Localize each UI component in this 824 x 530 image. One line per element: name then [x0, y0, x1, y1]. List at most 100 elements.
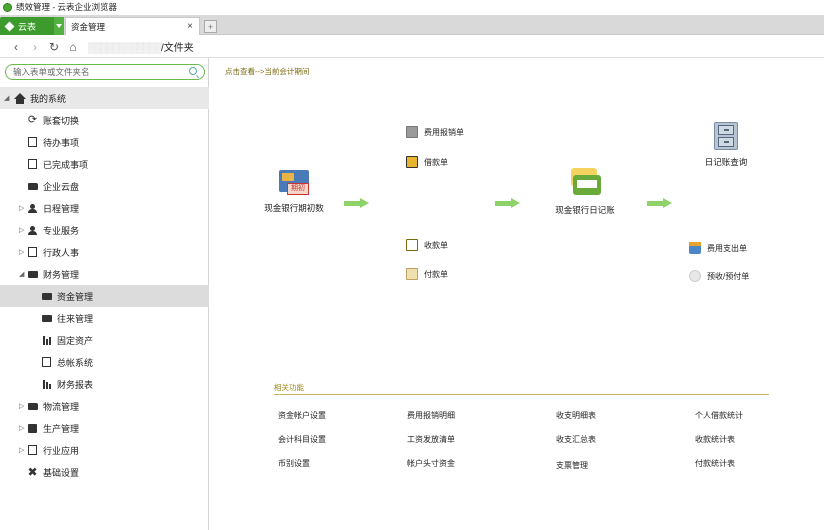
loan-form-label: 借款单 [424, 157, 448, 167]
navigation-bar: ‹ › ↻ ⌂ ▒▒▒▒▒▒▒▒▒▒▒▒/文件夹 [0, 36, 824, 58]
collapsed-arrow-icon[interactable]: ▷ [19, 424, 25, 432]
tab-fund-management[interactable]: 资金管理 × [65, 17, 200, 35]
receipt-form-link[interactable]: 收款单 [406, 239, 448, 251]
related-divider [274, 394, 769, 395]
sidebar-item-general-ledger[interactable]: 总帐系统 [0, 351, 209, 373]
search-placeholder: 输入表单或文件夹名 [13, 67, 90, 77]
related-link[interactable]: 支票管理 [556, 460, 588, 471]
cash-bank-init-label: 现金银行期初数 [264, 203, 324, 213]
sidebar-item-logistics[interactable]: ▷ 物流管理 [0, 395, 209, 417]
related-link[interactable]: 付款统计表 [695, 458, 735, 469]
settings-icon: ✖ [27, 465, 38, 479]
person-icon [27, 225, 38, 236]
sidebar-item-todo[interactable]: 待办事项 [0, 131, 209, 153]
related-link[interactable]: 个人借款统计 [695, 410, 743, 421]
logistics-icon [27, 401, 38, 412]
related-link[interactable]: 收支汇总表 [556, 434, 596, 445]
sidebar-item-schedule[interactable]: ▷ 日程管理 [0, 197, 209, 219]
cash-bank-init-link[interactable]: 期初 现金银行期初数 [263, 170, 325, 214]
refresh-icon[interactable]: ↻ [46, 39, 62, 55]
sidebar-item-production[interactable]: ▷ 生产管理 [0, 417, 209, 439]
payment-icon [406, 268, 418, 280]
brand-menu-button[interactable]: 云表 [0, 17, 54, 35]
brand-diamond-icon [4, 21, 15, 31]
sidebar-item-admin-hr[interactable]: ▷ 行政人事 [0, 241, 209, 263]
new-tab-button[interactable]: + [204, 20, 217, 33]
related-link[interactable]: 费用报销明细 [407, 410, 455, 421]
related-link[interactable]: 资金帐户设置 [278, 410, 326, 421]
search-input[interactable]: 输入表单或文件夹名 [5, 64, 205, 80]
related-link[interactable]: 币别设置 [278, 458, 310, 469]
tab-bar: 云表 资金管理 × + [0, 15, 824, 35]
sidebar-item-fund-management[interactable]: 资金管理 [0, 285, 209, 307]
document-icon [406, 126, 418, 138]
related-link[interactable]: 会计科目设置 [278, 434, 326, 445]
back-icon[interactable]: ‹ [8, 39, 24, 55]
related-functions-title: 相关功能 [274, 383, 304, 392]
cash-bank-journal-link[interactable]: 现金银行日记账 [550, 168, 620, 216]
sidebar-item-done[interactable]: 已完成事项 [0, 153, 209, 175]
chevron-down-icon [56, 24, 62, 28]
window-titlebar: 绩效管理 - 云表企业浏览器 [0, 0, 824, 14]
industry-icon [27, 445, 38, 456]
collapsed-arrow-icon[interactable]: ▷ [19, 204, 25, 212]
collapsed-arrow-icon[interactable]: ▷ [19, 402, 25, 410]
cabinet-icon [714, 122, 738, 150]
journal-query-link[interactable]: 日记账查询 [698, 122, 754, 168]
advance-form-label: 预收/预付单 [707, 271, 750, 281]
forward-icon[interactable]: › [27, 39, 43, 55]
done-icon [27, 159, 38, 170]
todo-icon [27, 137, 38, 148]
expense-payment-link[interactable]: 费用支出单 [689, 242, 747, 254]
period-breadcrumb-link[interactable]: 点击查看-->当前会计期间 [225, 66, 309, 77]
close-tab-icon[interactable]: × [187, 21, 193, 32]
asset-icon [41, 335, 52, 346]
flow-arrow-icon [647, 198, 673, 208]
sidebar-item-professional-service[interactable]: ▷ 专业服务 [0, 219, 209, 241]
sidebar-item-basic-settings[interactable]: ✖ 基础设置 [0, 461, 209, 483]
expanded-arrow-icon[interactable]: ◢ [19, 270, 25, 278]
brand-label: 云表 [18, 21, 37, 32]
flow-arrow-icon [495, 198, 521, 208]
sidebar-item-cloud-drive[interactable]: 企业云盘 [0, 175, 209, 197]
search-icon[interactable] [189, 67, 197, 75]
related-link[interactable]: 收款统计表 [695, 434, 735, 445]
sidebar-item-financial-reports[interactable]: 财务报表 [0, 373, 209, 395]
sidebar-item-account-switch[interactable]: ⟳ 账套切换 [0, 109, 209, 131]
fund-icon [41, 291, 52, 302]
sidebar-item-finance[interactable]: ◢ 财务管理 [0, 263, 209, 285]
loan-icon [406, 156, 418, 168]
journal-query-label: 日记账查询 [704, 157, 748, 167]
expanded-arrow-icon[interactable]: ◢ [4, 94, 10, 102]
sync-icon: ⟳ [27, 113, 38, 126]
home-icon[interactable]: ⌂ [65, 39, 81, 55]
tree-root-my-system[interactable]: ◢ 我的系统 [0, 87, 209, 109]
schedule-icon [27, 203, 38, 214]
sidebar-item-fixed-assets[interactable]: 固定资产 [0, 329, 209, 351]
report-icon [41, 379, 52, 390]
expense-payment-icon [689, 242, 701, 254]
collapsed-arrow-icon[interactable]: ▷ [19, 446, 25, 454]
advance-form-link[interactable]: 预收/预付单 [689, 270, 749, 282]
cash-bank-init-icon: 期初 [279, 170, 309, 196]
app-logo-icon [3, 2, 12, 12]
address-path: ▒▒▒▒▒▒▒▒▒▒▒▒/文件夹 [88, 43, 194, 54]
related-link[interactable]: 收支明细表 [556, 410, 596, 421]
payment-form-link[interactable]: 付款单 [406, 268, 448, 280]
expense-claim-link[interactable]: 费用报销单 [406, 126, 464, 138]
receipt-list-icon [406, 239, 418, 251]
collapsed-arrow-icon[interactable]: ▷ [19, 248, 25, 256]
related-link[interactable]: 工资发放清单 [407, 434, 455, 445]
loan-form-link[interactable]: 借款单 [406, 156, 448, 168]
production-icon [27, 423, 38, 434]
brand-dropdown-button[interactable] [54, 17, 64, 35]
admin-icon [27, 247, 38, 258]
collapsed-arrow-icon[interactable]: ▷ [19, 226, 25, 234]
advance-icon [689, 270, 701, 282]
sidebar-item-receivables[interactable]: 往来管理 [0, 307, 209, 329]
sidebar-item-industry[interactable]: ▷ 行业应用 [0, 439, 209, 461]
card-icon [41, 313, 52, 324]
cash-bank-journal-label: 现金银行日记账 [555, 205, 615, 215]
journal-folders-icon [569, 168, 601, 198]
related-link[interactable]: 帐户头寸资金 [407, 458, 455, 469]
